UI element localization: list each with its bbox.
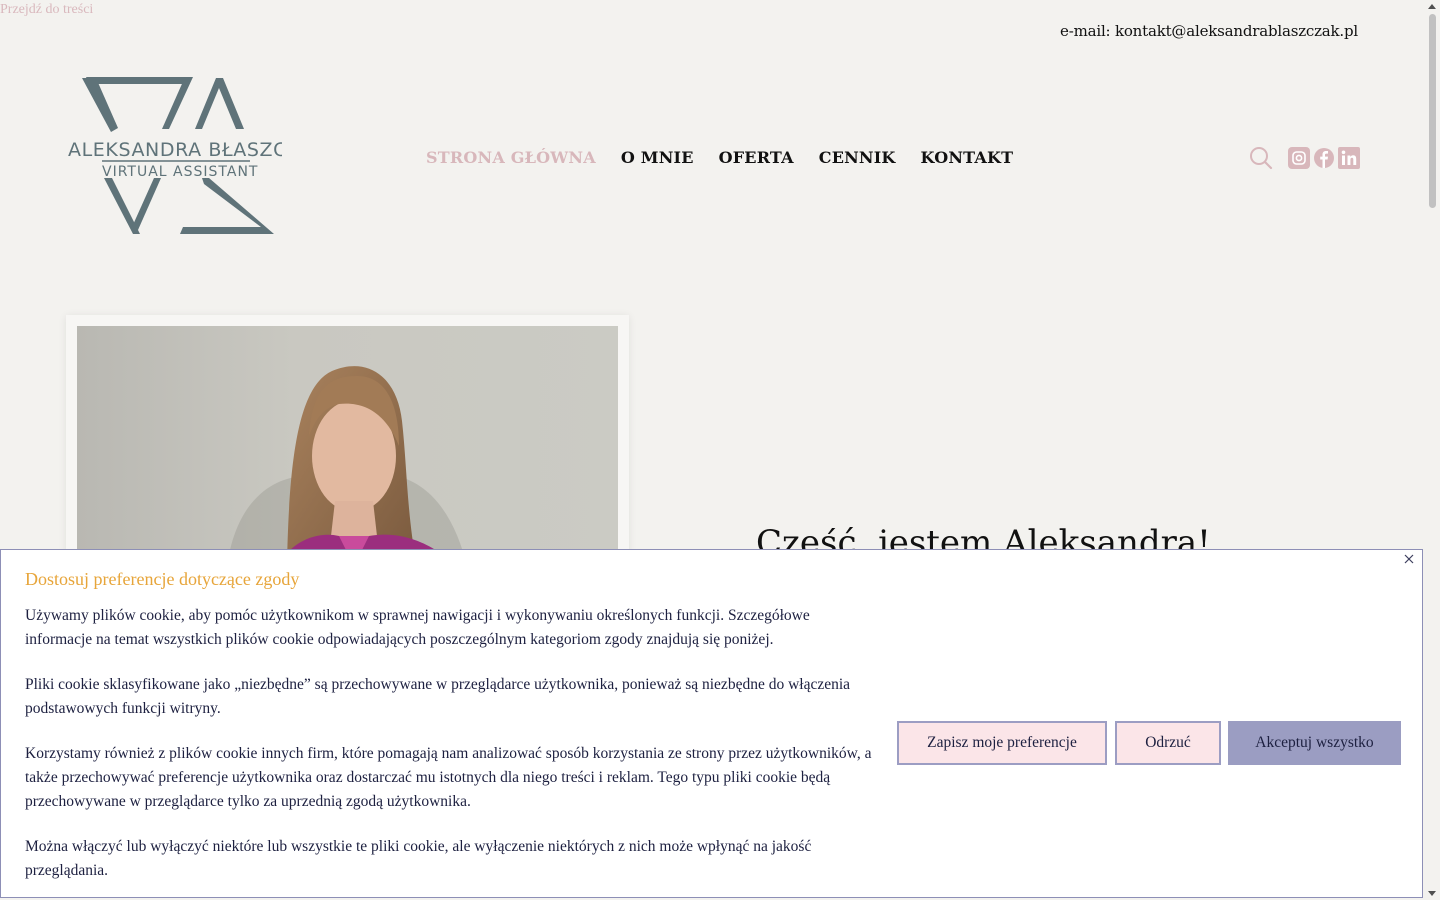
- facebook-icon[interactable]: [1312, 146, 1336, 170]
- close-icon[interactable]: [1402, 552, 1416, 566]
- header-icons: [1249, 146, 1361, 170]
- scrollbar-thumb[interactable]: [1429, 14, 1436, 208]
- scroll-down-arrow-icon[interactable]: [1428, 891, 1436, 896]
- cookie-paragraph: Używamy plików cookie, aby pomóc użytkow…: [25, 607, 810, 648]
- accept-all-button[interactable]: Akceptuj wszystko: [1228, 721, 1401, 765]
- site-logo[interactable]: ALEKSANDRA BŁASZCZAK VIRTUAL ASSISTANT: [66, 72, 327, 240]
- cookie-paragraph: Korzystamy również z plików cookie innyc…: [25, 745, 872, 810]
- save-preferences-button[interactable]: Zapisz moje preferencje: [897, 721, 1107, 765]
- header-email[interactable]: e-mail: kontakt@aleksandrablaszczak.pl: [1060, 22, 1358, 40]
- portrait-photo: [77, 326, 618, 566]
- cookie-title: Dostosuj preferencje dotyczące zgody: [25, 569, 300, 589]
- cookie-consent-panel: Dostosuj preferencje dotyczące zgody Uży…: [0, 549, 1423, 898]
- page-scrollbar[interactable]: [1425, 0, 1440, 900]
- reject-button[interactable]: Odrzuć: [1115, 721, 1221, 765]
- nav-strona-glowna[interactable]: STRONA GŁÓWNA: [426, 148, 596, 167]
- nav-kontakt[interactable]: KONTAKT: [921, 148, 1014, 167]
- main-navigation: STRONA GŁÓWNA O MNIE OFERTA CENNIK KONTA…: [426, 148, 1013, 167]
- nav-oferta[interactable]: OFERTA: [719, 148, 794, 167]
- linkedin-icon[interactable]: [1337, 146, 1361, 170]
- search-icon[interactable]: [1249, 146, 1273, 170]
- instagram-icon[interactable]: [1287, 146, 1311, 170]
- nav-cennik[interactable]: CENNIK: [819, 148, 896, 167]
- cookie-paragraph: Pliki cookie sklasyfikowane jako „niezbę…: [25, 676, 851, 717]
- nav-o-mnie[interactable]: O MNIE: [621, 148, 694, 167]
- logo-tagline: VIRTUAL ASSISTANT: [102, 164, 258, 180]
- skip-to-content-link[interactable]: Przejdź do treści: [0, 2, 93, 18]
- cookie-paragraph: Można włączyć lub wyłączyć niektóre lub …: [25, 838, 812, 879]
- scroll-up-arrow-icon[interactable]: [1428, 4, 1436, 9]
- logo-mark: ALEKSANDRA BŁASZCZAK VIRTUAL ASSISTANT: [68, 77, 327, 234]
- logo-name: ALEKSANDRA BŁASZCZAK: [68, 139, 282, 161]
